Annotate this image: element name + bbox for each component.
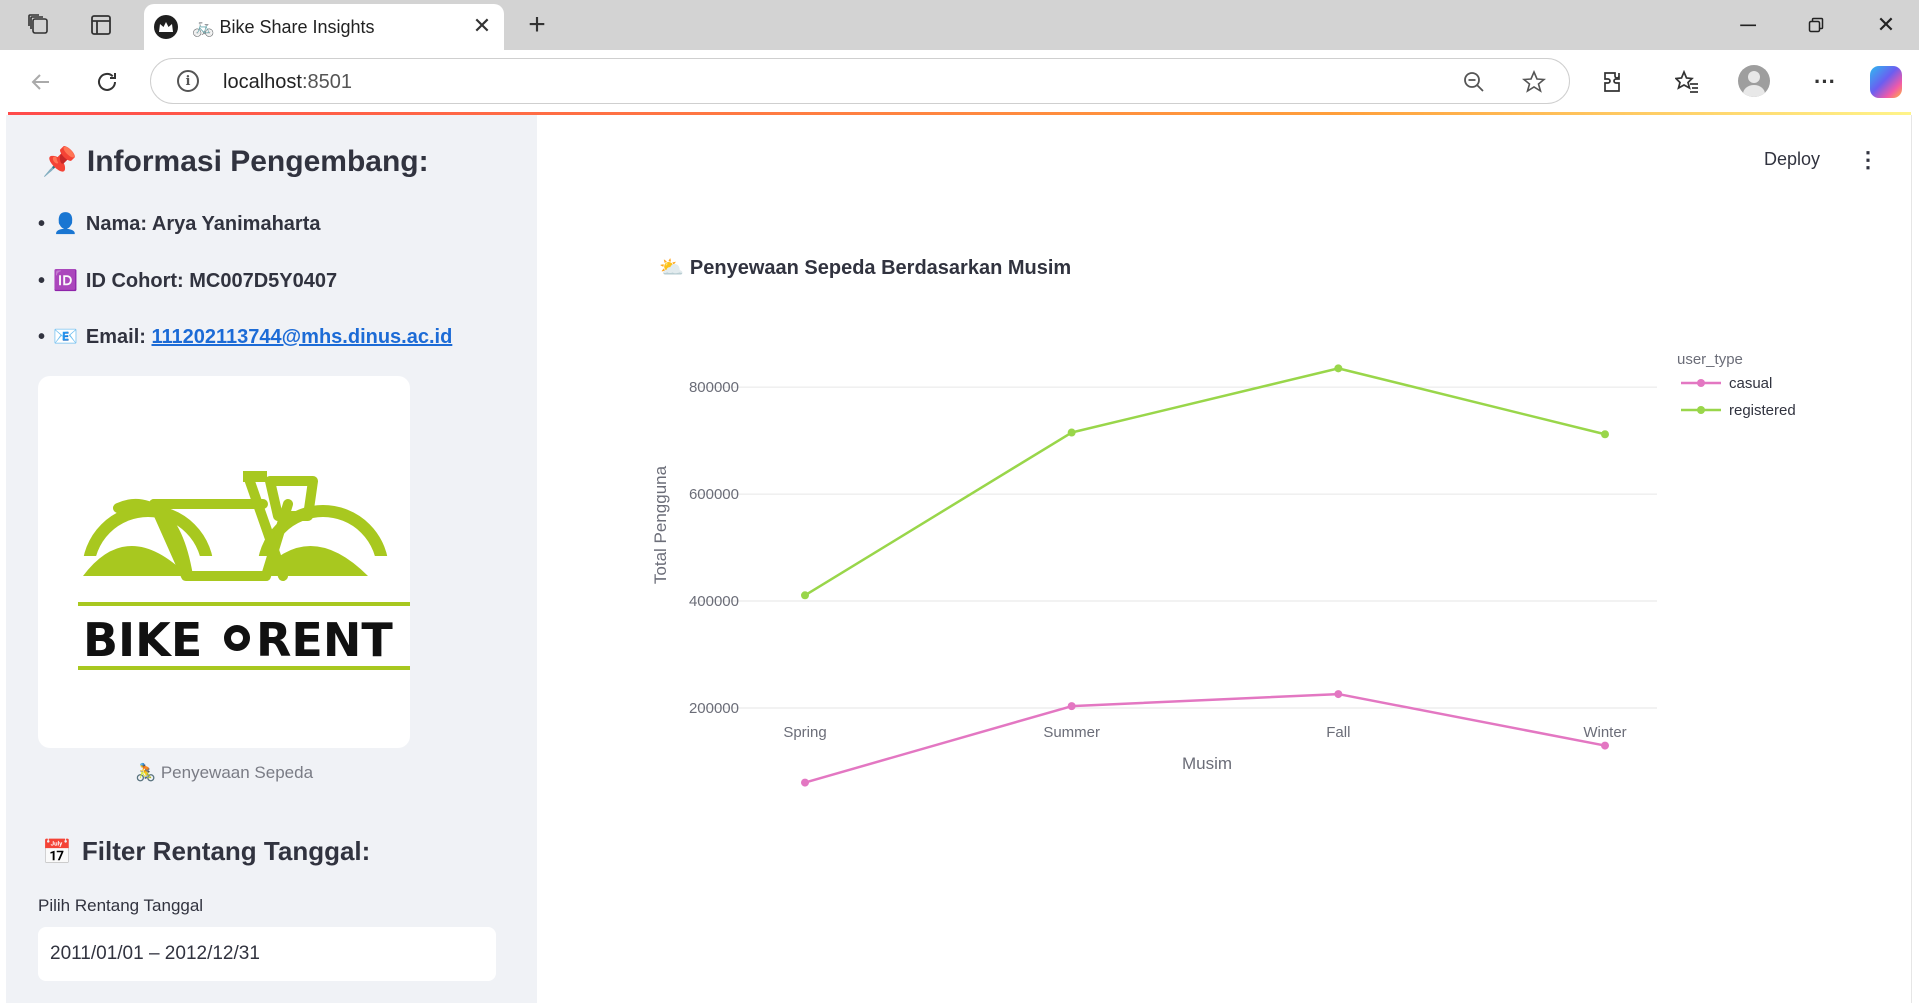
bike-emoji-icon: 🚲 bbox=[192, 17, 215, 37]
y-axis-title: Total Pengguna bbox=[651, 465, 670, 584]
date-range-input[interactable]: 2011/01/01 – 2012/12/31 bbox=[38, 927, 496, 981]
id-badge-icon: 🆔 bbox=[53, 270, 78, 292]
new-tab-button[interactable]: + bbox=[520, 8, 554, 42]
x-tick-label: Summer bbox=[1043, 724, 1100, 741]
url-text[interactable]: localhost:8501 bbox=[223, 71, 352, 94]
y-tick-label: 400000 bbox=[689, 593, 739, 610]
data-point-casual bbox=[1601, 741, 1609, 750]
favorites-icon[interactable] bbox=[1670, 65, 1704, 99]
streamlit-app: 📌 Informasi Pengembang: • 👤 Nama: Arya Yani… bbox=[6, 115, 1912, 1003]
date-filter-heading: 📅 Filter Rentang Tanggal: bbox=[42, 836, 371, 866]
email-link[interactable]: 111202113744@mhs.dinus.ac.id bbox=[152, 326, 453, 348]
zoom-out-icon[interactable] bbox=[1459, 68, 1489, 96]
pushpin-icon: 📌 bbox=[42, 146, 77, 177]
browser-toolbar: i localhost:8501 ··· bbox=[0, 50, 1919, 112]
workspaces-icon[interactable] bbox=[24, 10, 54, 40]
data-point-registered bbox=[1601, 430, 1609, 439]
legend-label-registered: registered bbox=[1729, 402, 1796, 419]
person-icon: 👤 bbox=[53, 213, 78, 235]
data-point-casual bbox=[1067, 702, 1076, 711]
series-line-registered bbox=[804, 367, 1606, 597]
refresh-icon[interactable] bbox=[90, 65, 124, 99]
y-tick-label: 800000 bbox=[689, 379, 739, 396]
sidebar: 📌 Informasi Pengembang: • 👤 Nama: Arya Yani… bbox=[6, 115, 537, 1003]
logo-caption: 🚴 Penyewaan Sepeda bbox=[134, 763, 314, 782]
address-bar[interactable]: i localhost:8501 bbox=[150, 58, 1570, 104]
date-range-label: Pilih Rentang Tanggal bbox=[38, 896, 204, 915]
main-content: Deploy ⋮ ⛅ Penyewaan Sepeda Berdasarkan M… bbox=[537, 115, 1912, 1003]
minimize-icon[interactable]: ─ bbox=[1728, 8, 1768, 42]
more-options-icon[interactable]: ··· bbox=[1808, 65, 1842, 99]
extensions-icon[interactable] bbox=[1597, 65, 1631, 99]
x-tick-label: Fall bbox=[1326, 724, 1350, 741]
developer-cohort-id: • 🆔 ID Cohort: MC007D5Y0407 bbox=[38, 270, 338, 292]
developer-info-heading: 📌 Informasi Pengembang: bbox=[42, 145, 429, 178]
legend-swatch-marker bbox=[1697, 406, 1705, 414]
streamlit-favicon-icon bbox=[154, 15, 178, 39]
y-tick-label: 200000 bbox=[689, 700, 739, 717]
profile-avatar[interactable] bbox=[1738, 65, 1770, 97]
legend-swatch-marker bbox=[1697, 379, 1705, 387]
close-tab-icon[interactable]: ✕ bbox=[470, 13, 494, 38]
legend-label-casual: casual bbox=[1729, 375, 1772, 392]
data-point-casual bbox=[801, 778, 809, 787]
email-icon: 📧 bbox=[53, 326, 78, 348]
logo-text-rent: RENT bbox=[256, 613, 393, 667]
x-tick-label: Winter bbox=[1583, 724, 1626, 741]
tab-title: 🚲 Bike Share Insights bbox=[192, 17, 375, 37]
developer-name: • 👤 Nama: Arya Yanimaharta bbox=[38, 213, 321, 235]
restore-icon[interactable] bbox=[1796, 8, 1836, 42]
tab-actions-icon[interactable] bbox=[86, 10, 116, 40]
favorite-star-icon[interactable] bbox=[1519, 68, 1549, 96]
bike-rent-logo-icon: BIKE RENT bbox=[68, 471, 410, 670]
data-point-registered bbox=[801, 591, 809, 600]
data-point-registered bbox=[1067, 428, 1076, 437]
logo-text-bike: BIKE bbox=[83, 613, 202, 667]
data-point-casual bbox=[1334, 690, 1343, 699]
browser-tab-active[interactable]: 🚲 Bike Share Insights ✕ bbox=[144, 4, 504, 50]
browser-tab-bar: 🚲 Bike Share Insights ✕ + ─ ✕ bbox=[0, 0, 1919, 50]
season-line-chart: 200000 400000 600000 800000 Spring Summer Fall… bbox=[651, 351, 1796, 787]
data-point-registered bbox=[1334, 364, 1343, 373]
x-axis-title: Musim bbox=[1182, 754, 1232, 773]
y-tick-label: 600000 bbox=[689, 486, 739, 503]
x-tick-label: Spring bbox=[783, 724, 826, 741]
close-window-icon[interactable]: ✕ bbox=[1866, 8, 1906, 42]
site-info-icon[interactable]: i bbox=[177, 70, 199, 92]
legend-title: user_type bbox=[1677, 351, 1743, 368]
developer-email: • 📧 Email: 111202113744@mhs.dinus.ac.id bbox=[38, 326, 453, 348]
bike-rent-logo-image: BIKE RENT bbox=[38, 376, 410, 748]
calendar-icon: 📅 bbox=[42, 839, 72, 866]
copilot-icon[interactable] bbox=[1870, 66, 1902, 98]
back-icon[interactable] bbox=[24, 65, 58, 99]
